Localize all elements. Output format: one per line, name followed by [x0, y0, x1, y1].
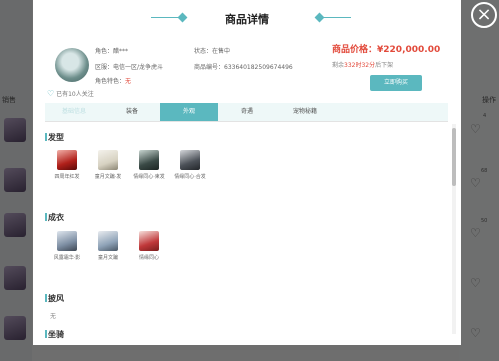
hair-item[interactable]: 童月文蹁·发 — [90, 150, 126, 180]
hair-thumbnail — [57, 150, 77, 170]
hair-item[interactable]: 情缘同心·合发 — [172, 150, 208, 180]
outfit-item[interactable]: 情缘同心 — [131, 231, 167, 261]
price-row: 商品价格：¥220,000.00 — [332, 42, 440, 55]
outfit-item-name: 童月文蹁 — [97, 255, 118, 261]
hair-item-name: 童月文蹁·发 — [94, 174, 122, 180]
hair-thumbnail — [180, 150, 200, 170]
remain-suffix: 后下架 — [375, 62, 394, 69]
outfit-thumbnail — [98, 231, 118, 251]
scrollbar-thumb[interactable] — [452, 128, 456, 186]
section-hair-title: 发型 — [45, 133, 64, 142]
product-detail-modal: 商品详情 角色：醋*** 区服：电信一区/龙争虎斗 角色特色：无 状态：在售中 … — [33, 0, 461, 345]
hair-thumbnail — [139, 150, 159, 170]
appearance-content: 发型 四周年红发 童月文蹁·发 情缘同心·束发 情缘同心·合发 成衣 风露霜华·… — [45, 121, 448, 345]
tab-equipment[interactable]: 装备 — [103, 103, 161, 121]
content-scrollbar[interactable] — [452, 124, 456, 334]
status-row: 状态：在售中 — [194, 46, 230, 55]
heart-icon: ♡ — [47, 89, 55, 98]
price-label: 商品价格： — [332, 45, 378, 55]
section-outfit-title: 成衣 — [45, 213, 64, 222]
role-feature-value: 无 — [125, 78, 132, 85]
remaining-time: 剩余332时32分后下架 — [332, 60, 393, 69]
outfit-item-name: 风露霜华·影 — [53, 255, 81, 261]
hair-item[interactable]: 四周年红发 — [49, 150, 85, 180]
follow-text: 已有10人关注 — [56, 91, 94, 98]
product-id-value: 63364018250967449​6 — [224, 64, 293, 71]
tab-appearance[interactable]: 外观 — [160, 103, 218, 121]
outfit-item-name: 情缘同心 — [138, 255, 159, 261]
status-label: 状态： — [194, 48, 213, 55]
role-name-row: 角色：醋*** — [95, 46, 128, 55]
status-value: 在售中 — [212, 48, 231, 55]
product-id-row: 商品编号：63364018250967449​6 — [194, 62, 293, 71]
role-server-label: 区服： — [95, 64, 114, 71]
section-cloak-title: 披风 — [45, 294, 64, 303]
title-decoration-line — [323, 17, 351, 18]
section-mount-title: 坐骑 — [45, 330, 64, 339]
outfit-item[interactable]: 风露霜华·影 — [49, 231, 85, 261]
detail-tabs: 基础信息 装备 外观 奇遇 宠物秘籍 — [45, 103, 448, 121]
hair-item-name: 情缘同心·束发 — [133, 174, 165, 180]
hair-item-name: 四周年红发 — [54, 174, 80, 180]
product-id-label: 商品编号： — [194, 64, 225, 71]
close-icon[interactable]: × — [471, 2, 497, 28]
outfit-thumbnail — [139, 231, 159, 251]
tab-adventure[interactable]: 奇遇 — [218, 103, 276, 121]
modal-title: 商品详情 — [225, 13, 269, 26]
role-server-value: 电信一区/龙争虎斗 — [113, 64, 164, 71]
modal-header: 商品详情 — [33, 8, 461, 28]
cloak-value: 无 — [50, 313, 57, 320]
role-name-value: 醋*** — [113, 48, 129, 55]
outfit-thumbnail — [57, 231, 77, 251]
role-feature-row: 角色特色：无 — [95, 76, 131, 85]
hair-thumbnail — [98, 150, 118, 170]
role-feature-label: 角色特色： — [95, 78, 126, 85]
buy-now-button[interactable]: 立即购买 — [370, 75, 422, 91]
role-name-label: 角色： — [95, 48, 114, 55]
hair-item[interactable]: 情缘同心·束发 — [131, 150, 167, 180]
hair-item-name: 情缘同心·合发 — [174, 174, 206, 180]
follow-status[interactable]: ♡ 已有10人关注 — [47, 89, 94, 98]
tab-basic-info[interactable]: 基础信息 — [45, 103, 103, 121]
outfit-item[interactable]: 童月文蹁 — [90, 231, 126, 261]
role-server-row: 区服：电信一区/龙争虎斗 — [95, 62, 163, 71]
price-value: ¥220,000.00 — [377, 45, 441, 55]
remain-value: 332时32分 — [344, 62, 376, 69]
remain-prefix: 剩余 — [332, 62, 345, 69]
role-avatar — [55, 48, 89, 82]
tab-pet-manual[interactable]: 宠物秘籍 — [276, 103, 334, 121]
